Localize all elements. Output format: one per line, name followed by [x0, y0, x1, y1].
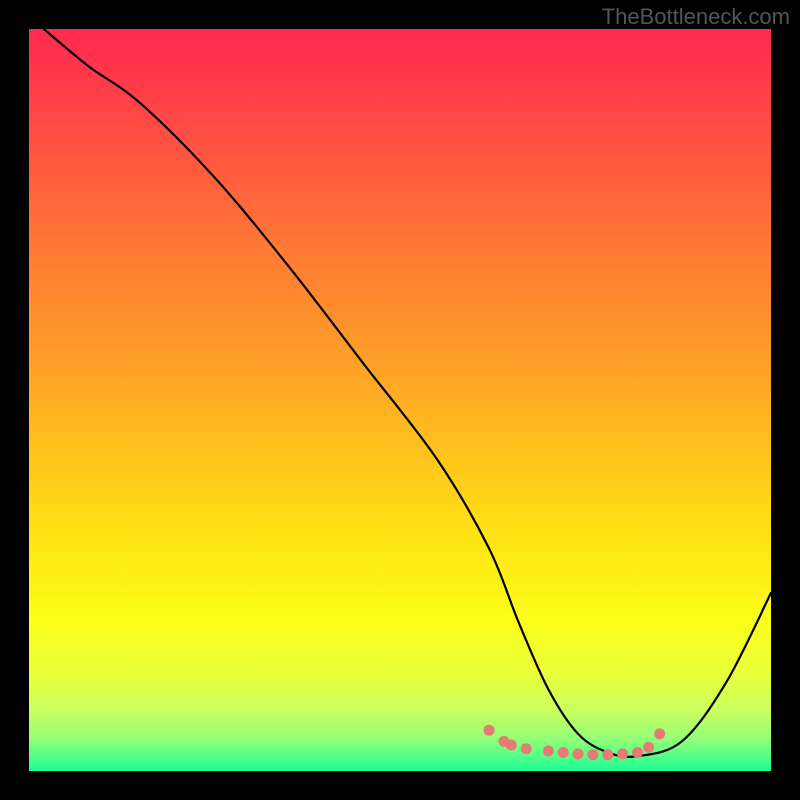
marker-dot [573, 748, 584, 759]
marker-dot [602, 749, 613, 760]
marker-dot [632, 747, 643, 758]
marker-dot [521, 743, 532, 754]
marker-dot [654, 728, 665, 739]
marker-dot [543, 745, 554, 756]
chart-frame: TheBottleneck.com [0, 0, 800, 800]
marker-dot [484, 725, 495, 736]
marker-dot [506, 740, 517, 751]
marker-dot [617, 748, 628, 759]
marker-dot [558, 747, 569, 758]
marker-dot [643, 742, 654, 753]
curve-layer [29, 29, 771, 771]
plot-area [29, 29, 771, 771]
bottleneck-curve [44, 29, 771, 757]
watermark-text: TheBottleneck.com [602, 4, 790, 30]
marker-dot [587, 749, 598, 760]
